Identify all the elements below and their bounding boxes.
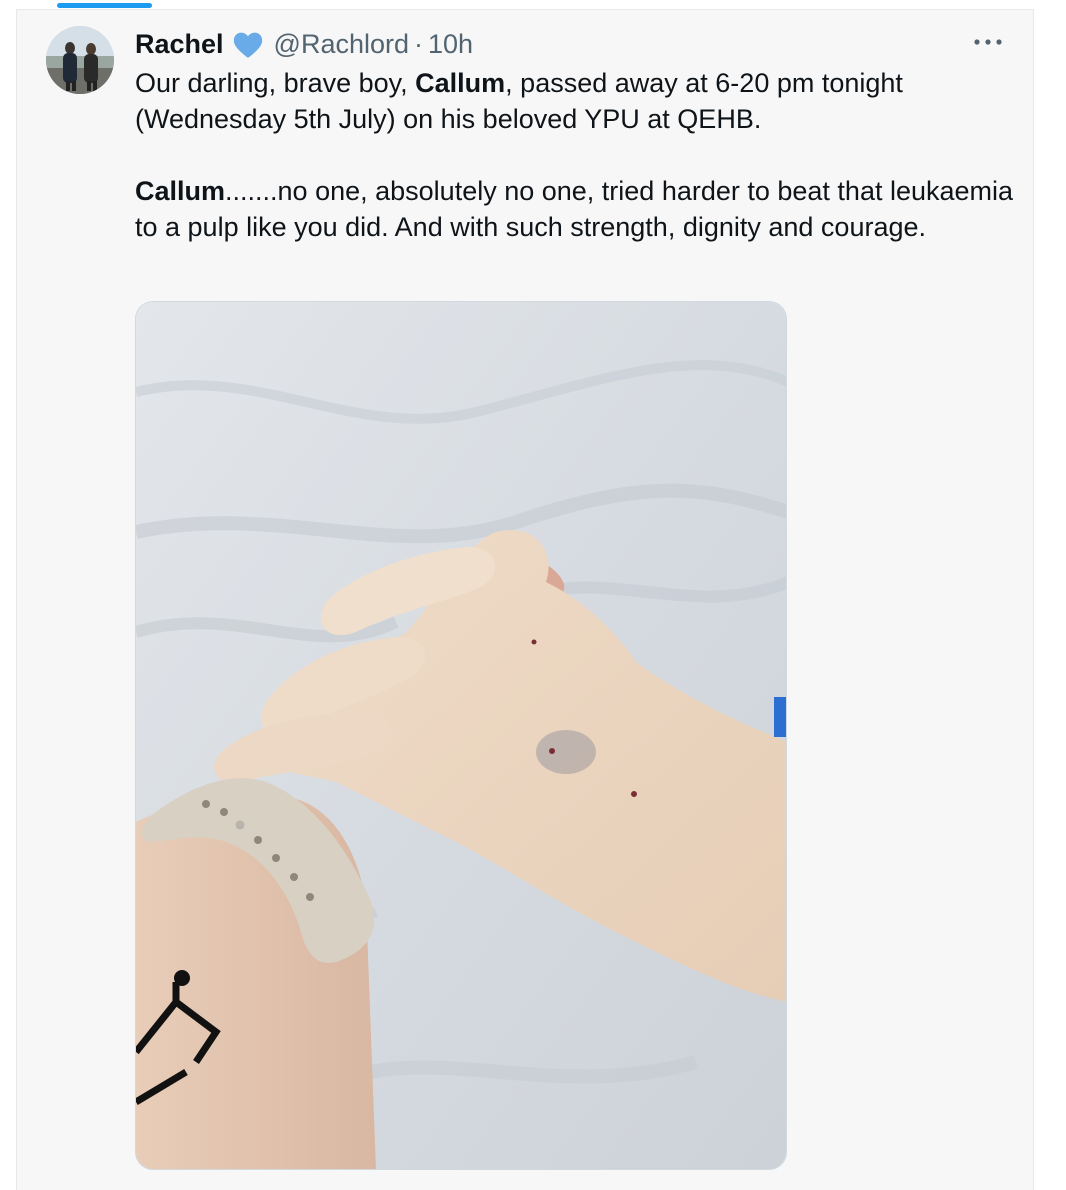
- verified-badge-icon: [233, 32, 262, 58]
- author-handle[interactable]: @Rachlord: [274, 29, 409, 60]
- header-separator: ·: [414, 28, 424, 59]
- author-display-name[interactable]: Rachel: [135, 29, 224, 60]
- tweet-paragraph-1: Our darling, brave boy, Callum, passed a…: [135, 65, 1015, 137]
- tweet-photo[interactable]: [135, 301, 787, 1170]
- tweet-text-segment: Our darling, brave boy,: [135, 68, 416, 98]
- avatar[interactable]: [46, 26, 114, 94]
- tab-active-indicator: [57, 3, 152, 8]
- tweet-timestamp[interactable]: 10h: [428, 29, 473, 60]
- tweet-text-segment: .......no one, absolutely no one, tried …: [135, 176, 1014, 242]
- tweet[interactable]: Rachel @Rachlord · 10h Our darling, brav…: [16, 9, 1034, 1190]
- tweet-paragraph-2: Callum.......no one, absolutely no one, …: [135, 173, 1015, 245]
- tweet-header: Rachel @Rachlord · 10h: [135, 26, 473, 62]
- avatar-photo: [46, 26, 114, 94]
- more-options-icon[interactable]: [971, 32, 1005, 52]
- tweet-text: Our darling, brave boy, Callum, passed a…: [135, 65, 1015, 245]
- tweet-text-bold: Callum: [415, 68, 506, 98]
- hospital-hands-photo: [136, 302, 786, 1169]
- tweet-text-bold: Callum: [135, 176, 226, 206]
- page: Rachel @Rachlord · 10h Our darling, brav…: [0, 0, 1066, 1190]
